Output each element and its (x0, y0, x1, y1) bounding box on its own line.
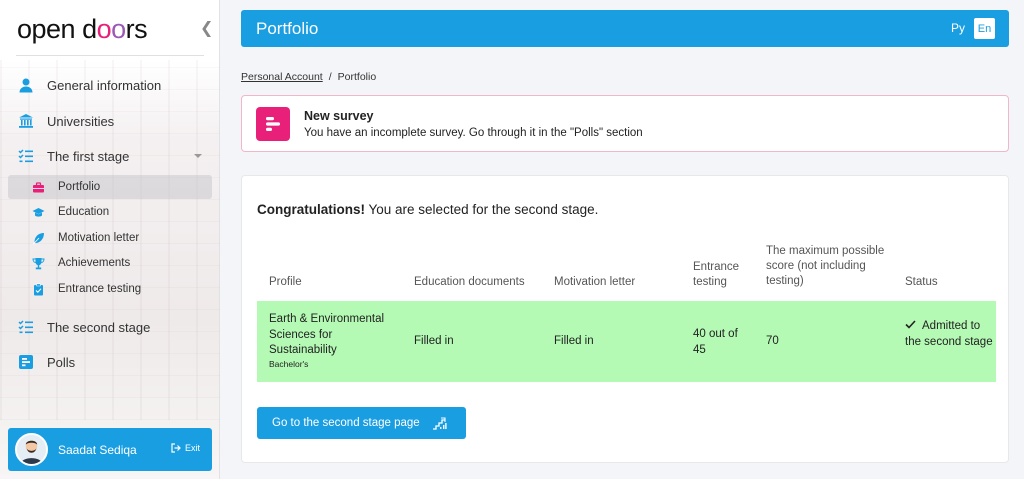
sidebar-subitem-label: Entrance testing (58, 283, 142, 295)
logout-icon (171, 443, 181, 453)
cell-status: Admitted to the second stage (905, 320, 993, 348)
sidebar-item-polls[interactable]: Polls (18, 351, 75, 373)
column-header-status: Status (905, 276, 938, 288)
cell-profile: Earth & Environmental Sciences for Susta… (269, 312, 399, 370)
sidebar-subitem-label: Education (58, 206, 110, 218)
sidebar-item-label: Universities (47, 113, 115, 129)
sidebar-subitem-motivation-letter[interactable]: Motivation letter (8, 226, 212, 250)
column-header-profile: Profile (269, 276, 302, 288)
checklist-icon (18, 319, 34, 335)
breadcrumb-current: Portfolio (337, 71, 377, 83)
stairs-icon (432, 416, 447, 430)
column-header-motivation: Motivation letter (554, 276, 636, 288)
exit-button[interactable]: Exit (171, 443, 200, 453)
notice-title: New survey (304, 109, 374, 123)
briefcase-icon (32, 181, 45, 194)
sidebar-item-label: Polls (47, 354, 76, 370)
sidebar-item-second-stage[interactable]: The second stage (18, 316, 150, 338)
breadcrumb: Personal Account / Portfolio (241, 71, 376, 83)
exit-label: Exit (184, 443, 200, 453)
cell-max-score: 70 (766, 335, 779, 347)
user-card[interactable]: Saadat Sediqa Exit (8, 428, 212, 471)
cell-entrance: 40 out of 45 (693, 328, 738, 356)
go-to-second-stage-button[interactable]: Go to the second stage page (257, 407, 466, 439)
column-header-max-score: The maximum possible score (not includin… (766, 245, 885, 287)
page-header: Portfolio Ру En (241, 10, 1009, 47)
sidebar-subitem-entrance-testing[interactable]: Entrance testing (8, 277, 212, 301)
collapse-sidebar-icon[interactable]: ❮ (200, 18, 213, 38)
graduation-cap-icon (32, 206, 45, 219)
cell-motivation: Filled in (554, 335, 594, 347)
sidebar-item-first-stage[interactable]: The first stage (18, 145, 129, 167)
notice-text: You have an incomplete survey. Go throug… (304, 127, 643, 139)
check-icon (905, 320, 916, 329)
portfolio-card: Congratulations! You are selected for th… (241, 175, 1009, 463)
sidebar-subitem-label: Motivation letter (58, 232, 140, 244)
column-header-education: Education documents (414, 276, 525, 288)
sidebar-subitem-label: Achievements (58, 257, 131, 269)
column-header-entrance: Entrance testing (693, 261, 740, 288)
breadcrumb-separator: / (328, 71, 332, 83)
sidebar-subitem-education[interactable]: Education (8, 200, 212, 224)
poll-icon (18, 354, 34, 370)
sidebar-subitem-portfolio[interactable]: Portfolio (8, 175, 212, 199)
survey-notice[interactable]: New survey You have an incomplete survey… (241, 95, 1009, 152)
sidebar-subitem-label: Portfolio (58, 181, 101, 193)
user-name: Saadat Sediqa (58, 442, 137, 457)
page-title: Portfolio (256, 18, 319, 38)
button-label: Go to the second stage page (272, 417, 420, 429)
cell-education: Filled in (414, 335, 454, 347)
sidebar: open doors ❮ General information Univers… (0, 0, 220, 479)
language-ru-button[interactable]: Ру (951, 21, 965, 35)
logo[interactable]: open doors (17, 14, 148, 45)
user-icon (18, 77, 34, 93)
sidebar-item-label: The second stage (47, 319, 151, 335)
chevron-down-icon[interactable] (193, 152, 203, 160)
avatar (15, 433, 48, 466)
sidebar-subitem-achievements[interactable]: Achievements (8, 251, 212, 275)
sidebar-item-label: The first stage (47, 148, 130, 164)
trophy-icon (32, 257, 45, 270)
breadcrumb-personal-account[interactable]: Personal Account (241, 71, 323, 83)
checklist-icon (18, 148, 34, 164)
sidebar-item-label: General information (47, 77, 162, 93)
clipboard-icon (32, 283, 45, 296)
survey-icon (256, 107, 290, 141)
congratulations-message: Congratulations! You are selected for th… (257, 202, 599, 217)
sidebar-item-universities[interactable]: Universities (18, 110, 114, 132)
cell-degree: Bachelor's (269, 358, 309, 369)
language-en-button[interactable]: En (974, 18, 995, 39)
feather-icon (32, 232, 45, 245)
university-icon (18, 113, 34, 129)
sidebar-divider (16, 55, 204, 56)
sidebar-item-general-information[interactable]: General information (18, 74, 161, 96)
